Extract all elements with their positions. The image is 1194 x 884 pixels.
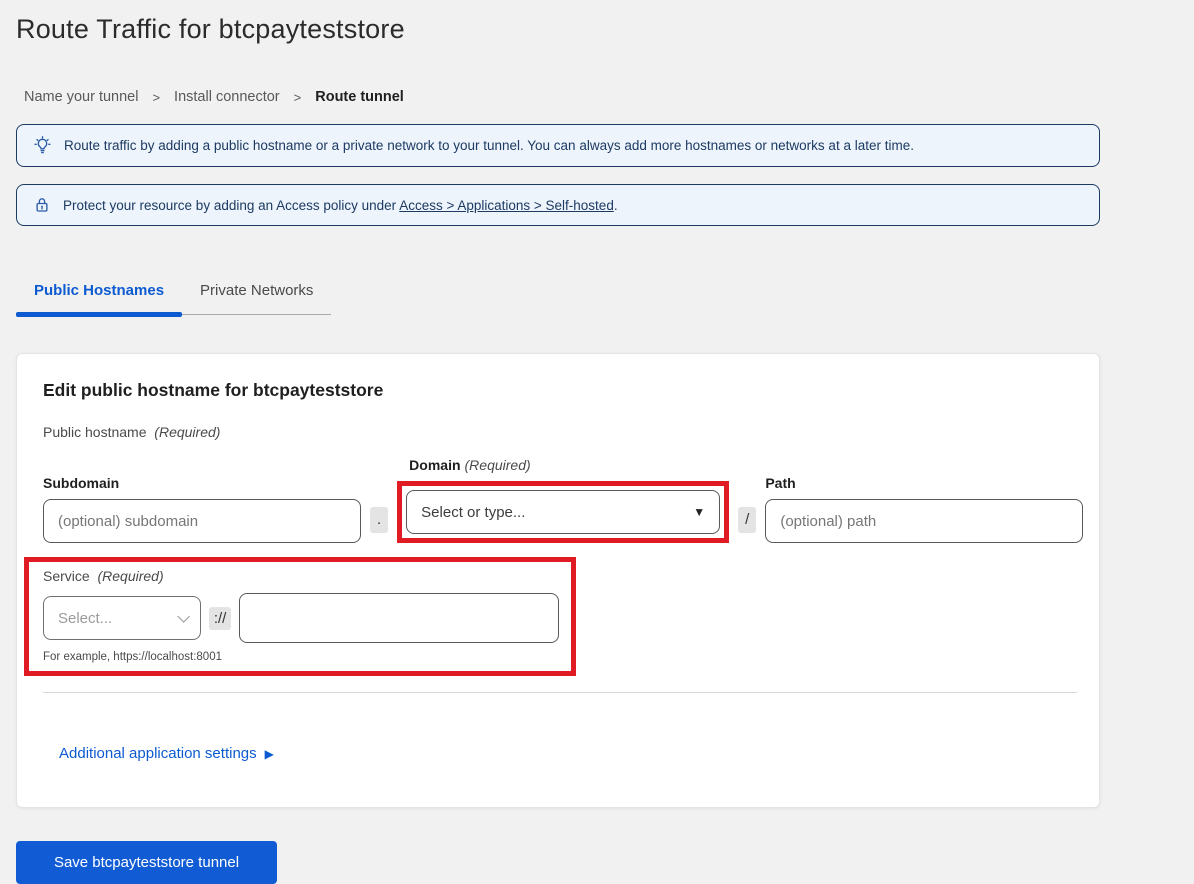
domain-field-group: Domain(Required) Select or type... ▼ — [397, 457, 729, 543]
path-label: Path — [765, 475, 1083, 491]
service-example-text: For example, https://localhost:8001 — [43, 651, 559, 663]
lightbulb-icon — [33, 136, 52, 155]
section-divider — [43, 692, 1077, 693]
additional-settings-toggle[interactable]: Additional application settings ▶ — [59, 745, 274, 762]
domain-label: Domain(Required) — [409, 457, 729, 473]
dropdown-arrow-icon: ▼ — [693, 505, 705, 519]
expand-arrow-icon: ▶ — [265, 747, 274, 761]
breadcrumb-name-your-tunnel[interactable]: Name your tunnel — [24, 89, 138, 105]
hostname-form-row: Subdomain . Domain(Required) Select or t… — [43, 457, 1073, 543]
edit-public-hostname-card: Edit public hostname for btcpayteststore… — [16, 353, 1100, 808]
domain-select-value: Select or type... — [421, 504, 525, 521]
service-type-value: Select... — [58, 610, 112, 627]
hostname-network-tabs: Public Hostnames Private Networks — [16, 282, 331, 315]
access-applications-link[interactable]: Access > Applications > Self-hosted — [399, 198, 614, 213]
breadcrumb-separator: > — [152, 90, 160, 105]
required-label: (Required) — [154, 424, 220, 440]
page-title: Route Traffic for btcpayteststore — [16, 14, 1194, 45]
service-controls: Select... :// — [43, 593, 559, 643]
breadcrumb-route-tunnel: Route tunnel — [315, 89, 404, 105]
path-input[interactable] — [765, 499, 1083, 543]
subdomain-field-group: Subdomain — [43, 475, 361, 543]
access-policy-text: Protect your resource by adding an Acces… — [63, 198, 618, 213]
service-type-select[interactable]: Select... — [43, 596, 201, 640]
chevron-down-icon — [177, 610, 190, 623]
tab-private-networks[interactable]: Private Networks — [182, 282, 331, 314]
additional-settings-label: Additional application settings — [59, 745, 257, 762]
dot-separator: . — [370, 507, 388, 533]
tab-public-hostnames[interactable]: Public Hostnames — [16, 282, 182, 314]
breadcrumb: Name your tunnel > Install connector > R… — [24, 89, 1194, 105]
access-policy-banner: Protect your resource by adding an Acces… — [16, 184, 1100, 226]
breadcrumb-separator: > — [294, 90, 302, 105]
domain-select[interactable]: Select or type... ▼ — [406, 490, 720, 534]
save-tunnel-button[interactable]: Save btcpayteststore tunnel — [16, 841, 277, 884]
domain-required-label: (Required) — [465, 457, 531, 473]
service-url-input[interactable] — [239, 593, 559, 643]
service-required-label: (Required) — [97, 568, 163, 584]
card-heading: Edit public hostname for btcpayteststore — [43, 380, 1073, 401]
breadcrumb-install-connector[interactable]: Install connector — [174, 89, 280, 105]
public-hostname-caption: Public hostname (Required) — [43, 424, 1073, 440]
subdomain-input[interactable] — [43, 499, 361, 543]
path-field-group: Path — [765, 475, 1083, 543]
scheme-separator: :// — [209, 607, 232, 630]
slash-separator: / — [738, 507, 756, 533]
subdomain-label: Subdomain — [43, 475, 361, 491]
service-annotation-box: Service (Required) Select... :// For exa… — [24, 557, 576, 676]
service-label: Service (Required) — [43, 568, 559, 584]
route-traffic-info-text: Route traffic by adding a public hostnam… — [64, 138, 914, 153]
domain-annotation-box: Select or type... ▼ — [397, 481, 729, 543]
lock-icon — [33, 196, 51, 214]
route-traffic-info-banner: Route traffic by adding a public hostnam… — [16, 124, 1100, 167]
